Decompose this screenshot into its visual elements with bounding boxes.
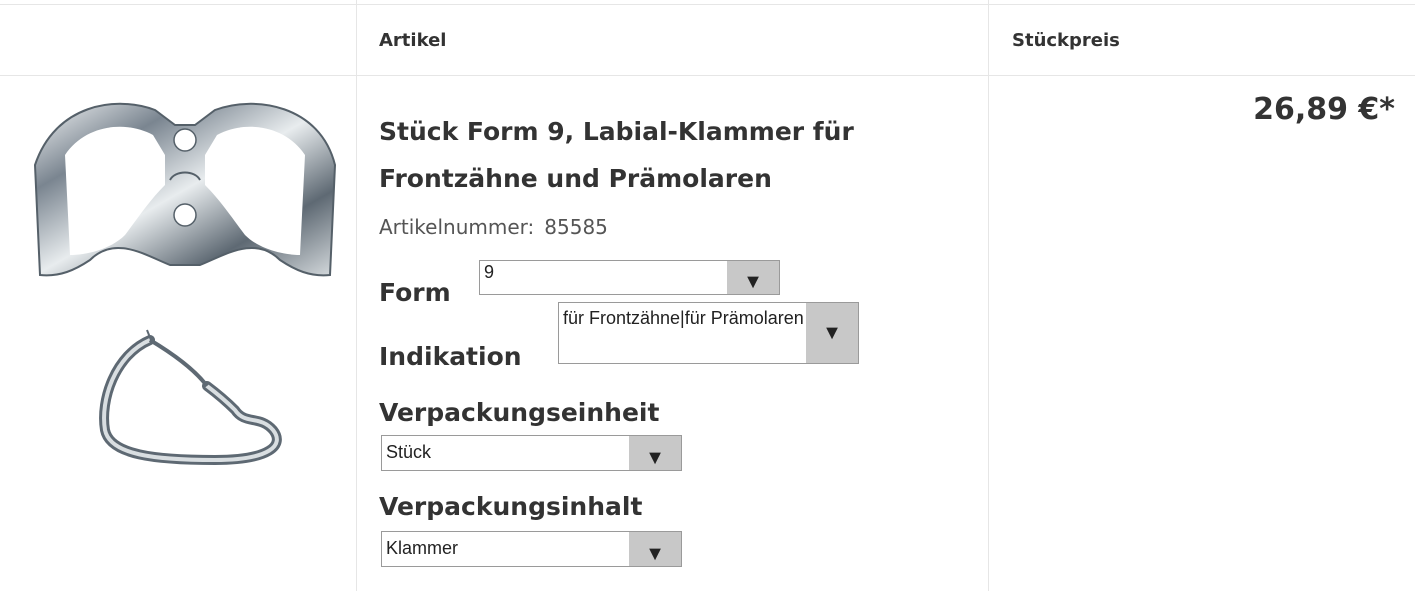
form-label: Form	[379, 278, 451, 307]
triangle-down-icon[interactable]: ▼	[629, 532, 681, 566]
product-image-top[interactable]	[25, 95, 345, 285]
article-number-label: Artikelnummer:	[379, 215, 535, 239]
indikation-select[interactable]: für Frontzähne|für Prämolaren ▼	[558, 302, 859, 364]
triangle-down-icon[interactable]: ▼	[727, 261, 779, 294]
triangle-down-icon[interactable]: ▼	[806, 303, 858, 363]
form-select[interactable]: 9 ▼	[479, 260, 780, 295]
form-select-value: 9	[484, 262, 495, 282]
verpackungsinhalt-select-value: Klammer	[386, 538, 459, 558]
verpackungseinheit-select[interactable]: Stück ▼	[381, 435, 682, 471]
header-unit-price: Stückpreis	[1012, 30, 1120, 51]
verpackungseinheit-label: Verpackungseinheit	[379, 398, 660, 427]
unit-price: 26,89 €*	[1253, 92, 1395, 127]
column-divider-right	[988, 0, 989, 591]
article-number-value: 85585	[544, 215, 608, 239]
product-image-side[interactable]	[95, 320, 285, 465]
column-divider-left	[356, 0, 357, 591]
indikation-label: Indikation	[379, 342, 522, 371]
header-article: Artikel	[379, 30, 447, 51]
header-top-border	[0, 4, 1415, 5]
triangle-down-icon[interactable]: ▼	[629, 436, 681, 470]
verpackungseinheit-select-value: Stück	[386, 442, 432, 462]
verpackungsinhalt-select[interactable]: Klammer ▼	[381, 531, 682, 567]
verpackungsinhalt-label: Verpackungsinhalt	[379, 492, 643, 521]
product-title: Stück Form 9, Labial-Klammer für Frontzä…	[379, 117, 854, 193]
indikation-select-value: für Frontzähne|für Prämolaren	[563, 308, 804, 328]
header-bottom-border	[0, 75, 1415, 76]
article-number-row: Artikelnummer: 85585	[379, 215, 608, 239]
